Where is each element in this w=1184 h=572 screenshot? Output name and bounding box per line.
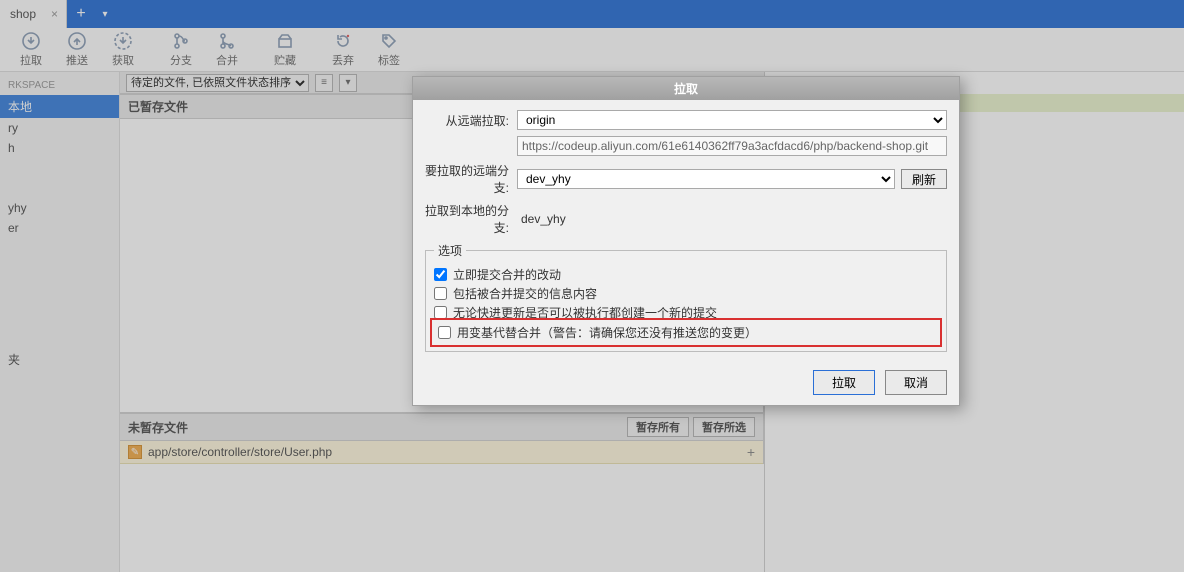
local-branch-value: dev_yhy bbox=[517, 212, 566, 226]
cancel-button[interactable]: 取消 bbox=[885, 370, 947, 395]
opt-commit-merge[interactable]: 立即提交合并的改动 bbox=[434, 265, 938, 284]
opt-rebase[interactable]: 用变基代替合并（警告：请确保您还没有推送您的变更） bbox=[434, 322, 938, 343]
options-legend: 选项 bbox=[434, 242, 466, 259]
opt1-label: 立即提交合并的改动 bbox=[453, 266, 561, 283]
opt2-label: 包括被合并提交的信息内容 bbox=[453, 285, 597, 302]
opt3-label: 无论快进更新是否可以被执行都创建一个新的提交 bbox=[453, 304, 717, 321]
opt4-label: 用变基代替合并（警告：请确保您还没有推送您的变更） bbox=[457, 324, 757, 341]
remote-branch-select[interactable]: dev_yhy bbox=[517, 169, 895, 189]
opt3-checkbox[interactable] bbox=[434, 306, 447, 319]
remote-url-field bbox=[517, 136, 947, 156]
opt-no-ff[interactable]: 无论快进更新是否可以被执行都创建一个新的提交 bbox=[434, 303, 938, 322]
remote-select[interactable]: origin bbox=[517, 110, 947, 130]
refresh-button[interactable]: 刷新 bbox=[901, 169, 947, 189]
opt1-checkbox[interactable] bbox=[434, 268, 447, 281]
local-branch-label: 拉取到本地的分支: bbox=[425, 202, 517, 236]
options-group: 选项 立即提交合并的改动 包括被合并提交的信息内容 无论快进更新是否可以被执行都… bbox=[425, 242, 947, 352]
opt2-checkbox[interactable] bbox=[434, 287, 447, 300]
dialog-title: 拉取 bbox=[413, 77, 959, 100]
pull-confirm-button[interactable]: 拉取 bbox=[813, 370, 875, 395]
watermark: @51CTO博客 bbox=[1095, 549, 1170, 566]
pull-dialog: 拉取 从远端拉取: origin 要拉取的远端分支: dev_yhy 刷新 拉取… bbox=[412, 76, 960, 406]
remote-label: 从远端拉取: bbox=[425, 112, 517, 129]
opt-include-messages[interactable]: 包括被合并提交的信息内容 bbox=[434, 284, 938, 303]
opt4-checkbox[interactable] bbox=[438, 326, 451, 339]
remote-branch-label: 要拉取的远端分支: bbox=[425, 162, 517, 196]
